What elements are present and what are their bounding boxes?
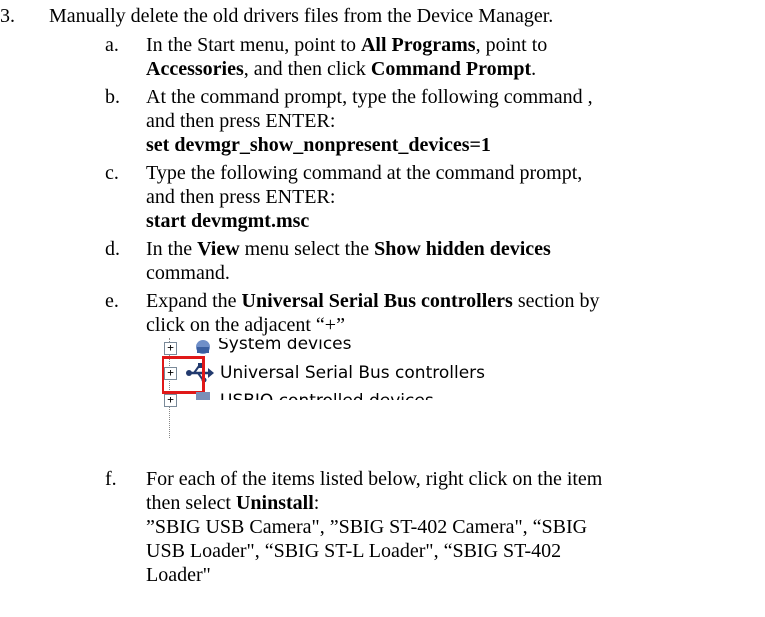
device-manager-screenshot: + System devices + Universal Serial Bus … <box>162 338 542 438</box>
item-b-letter: b. <box>105 86 120 108</box>
item-a-letter: a. <box>105 34 119 56</box>
tree-item-system-devices[interactable]: System devices <box>218 338 352 355</box>
item-a-line1: In the Start menu, point to All Programs… <box>146 34 548 56</box>
item-c-command: start devmgmt.msc <box>146 210 310 232</box>
item-b-line1: At the command prompt, type the followin… <box>146 86 593 108</box>
item-d-line1: In the View menu select the Show hidden … <box>146 238 551 260</box>
tree-item-usb-controllers[interactable]: Universal Serial Bus controllers <box>220 362 485 384</box>
item-f-line3: ”SBIG USB Camera", ”SBIG ST-402 Camera",… <box>146 516 588 538</box>
item-f-line4: USB Loader", “SBIG ST-L Loader", “SBIG S… <box>146 540 562 562</box>
item-f-line5: Loader" <box>146 564 211 586</box>
step-number: 3. <box>0 5 15 27</box>
expand-box-usbio[interactable]: + <box>164 394 177 407</box>
item-e-letter: e. <box>105 290 119 312</box>
item-d-letter: d. <box>105 238 120 260</box>
step-text: Manually delete the old drivers files fr… <box>49 5 554 27</box>
item-d-line2: command. <box>146 262 230 284</box>
item-c-line1: Type the following command at the comman… <box>146 162 583 184</box>
item-c-line2: and then press ENTER: <box>146 186 336 208</box>
item-a-line2: Accessories, and then click Command Prom… <box>146 58 537 80</box>
system-devices-icon <box>196 340 210 354</box>
highlight-box <box>162 356 205 394</box>
expand-box-system[interactable]: + <box>164 342 177 355</box>
item-b-command: set devmgr_show_nonpresent_devices=1 <box>146 134 491 156</box>
item-b-line2: and then press ENTER: <box>146 110 336 132</box>
item-f-line2: then select Uninstall: <box>146 492 320 514</box>
item-f-letter: f. <box>105 468 117 490</box>
item-c-letter: c. <box>105 162 119 184</box>
item-e-line2: click on the adjacent “+” <box>146 314 345 336</box>
item-e-line1: Expand the Universal Serial Bus controll… <box>146 290 600 312</box>
item-f-line1: For each of the items listed below, righ… <box>146 468 603 490</box>
